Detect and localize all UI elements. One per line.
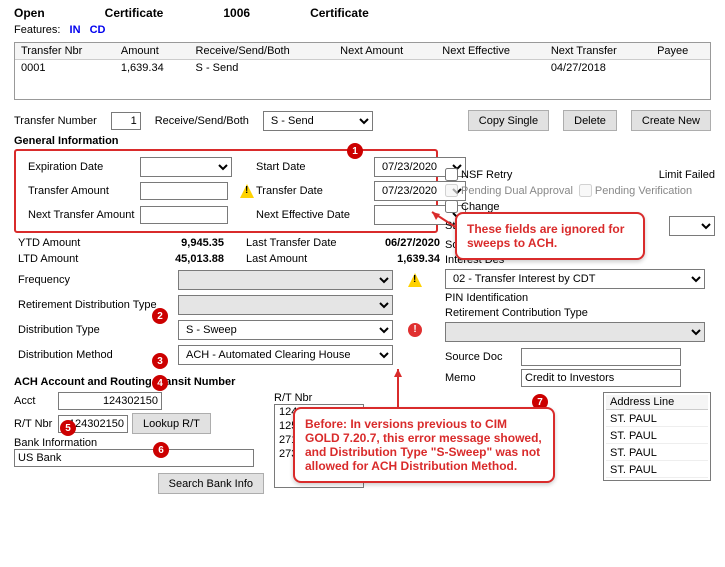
- next-effective-date-label: Next Effective Date: [256, 209, 374, 221]
- feature-cd[interactable]: CD: [90, 24, 106, 36]
- features-label: Features:: [14, 24, 60, 36]
- rsb-label: Receive/Send/Both: [155, 115, 249, 127]
- source-doc-label: Source Doc: [445, 351, 515, 363]
- limit-failed-label: Limit Failed: [659, 169, 715, 181]
- status-label: Open: [14, 6, 45, 20]
- memo-label: Memo: [445, 372, 515, 384]
- warning-icon: [240, 184, 254, 198]
- next-transfer-amount-input[interactable]: [140, 206, 228, 224]
- next-transfer-amount-label: Next Transfer Amount: [28, 209, 140, 221]
- callout-text: These fields are ignored for sweeps to A…: [467, 222, 624, 250]
- address-header[interactable]: Address Line: [606, 395, 708, 410]
- badge-5: 5: [60, 420, 76, 436]
- table-row[interactable]: ST. PAUL: [606, 446, 708, 461]
- badge-1: 1: [347, 143, 363, 159]
- warning-icon: [408, 273, 422, 287]
- search-bank-info-button[interactable]: Search Bank Info: [158, 473, 264, 494]
- type-label-1: Certificate: [105, 6, 164, 20]
- cert-number: 1006: [223, 6, 250, 20]
- table-row[interactable]: 0001 1,639.34 S - Send 04/27/2018: [15, 60, 710, 77]
- transfer-amount-label: Transfer Amount: [28, 185, 140, 197]
- lookup-rt-button[interactable]: Lookup R/T: [132, 413, 211, 434]
- interest-description-select[interactable]: 02 - Transfer Interest by CDT: [445, 269, 705, 289]
- create-new-button[interactable]: Create New: [631, 110, 711, 131]
- retirement-contrib-type-label: Retirement Contribution Type: [445, 307, 588, 319]
- delete-button[interactable]: Delete: [563, 110, 617, 131]
- col-next-transfer[interactable]: Next Transfer: [545, 43, 651, 60]
- transfers-grid[interactable]: Transfer Nbr Amount Receive/Send/Both Ne…: [14, 42, 711, 100]
- cell-na: [334, 60, 436, 77]
- col-rsb[interactable]: Receive/Send/Both: [190, 43, 335, 60]
- cell-payee: [651, 60, 710, 77]
- last-amount-label: Last Amount: [246, 253, 364, 265]
- ltd-label: LTD Amount: [18, 253, 146, 265]
- rsb-select[interactable]: S - Send: [263, 111, 373, 131]
- last-amount-value: 1,639.34: [364, 253, 444, 265]
- feature-in[interactable]: IN: [70, 24, 81, 36]
- badge-3: 3: [152, 353, 168, 369]
- features-row: Features: IN CD: [6, 22, 719, 42]
- cell-nt: 04/27/2018: [545, 60, 651, 77]
- distribution-method-select[interactable]: ACH - Automated Clearing House: [178, 345, 393, 365]
- last-transfer-date-value: 06/27/2020: [364, 237, 444, 249]
- table-row[interactable]: ST. PAUL: [606, 463, 708, 478]
- cell-ne: [436, 60, 545, 77]
- rt-list-label: R/T Nbr: [274, 392, 364, 404]
- col-next-effective[interactable]: Next Effective: [436, 43, 545, 60]
- badge-4: 4: [152, 375, 168, 391]
- retirement-dist-type-select[interactable]: [178, 295, 393, 315]
- distribution-type-label: Distribution Type: [18, 324, 178, 336]
- distribution-type-select[interactable]: S - Sweep: [178, 320, 393, 340]
- memo-input[interactable]: [521, 369, 681, 387]
- cell-amt: 1,639.34: [115, 60, 190, 77]
- cell-nbr: 0001: [15, 60, 115, 77]
- start-date-label: Start Date: [256, 161, 374, 173]
- frequency-label: Frequency: [18, 274, 178, 286]
- ytd-label: YTD Amount: [18, 237, 146, 249]
- col-next-amount[interactable]: Next Amount: [334, 43, 436, 60]
- callout-ignored-fields: These fields are ignored for sweeps to A…: [455, 212, 645, 260]
- cell-rsb: S - Send: [190, 60, 335, 77]
- callout-before-note: Before: In versions previous to CIM GOLD…: [293, 407, 555, 483]
- badge-2: 2: [152, 308, 168, 324]
- transfer-date-label: Transfer Date: [256, 185, 374, 197]
- nsf-retry-checkbox[interactable]: NSF Retry: [445, 168, 512, 181]
- acct-label: Acct: [14, 395, 54, 407]
- table-row[interactable]: ST. PAUL: [606, 412, 708, 427]
- table-row[interactable]: ST. PAUL: [606, 429, 708, 444]
- callout-text: Before: In versions previous to CIM GOLD…: [305, 417, 542, 473]
- highlighted-fields-box: Expiration Date Start Date 07/23/2020 Tr…: [14, 149, 438, 233]
- source-doc-input[interactable]: [521, 348, 681, 366]
- pending-dual-approval-checkbox[interactable]: Pending Dual Approval: [445, 184, 573, 197]
- address-table[interactable]: Address Line ST. PAUL ST. PAUL ST. PAUL …: [603, 392, 711, 481]
- bank-info-input[interactable]: [14, 449, 254, 467]
- ytd-value: 9,945.35: [146, 237, 228, 249]
- expiration-date-select[interactable]: [140, 157, 232, 177]
- col-payee[interactable]: Payee: [651, 43, 710, 60]
- general-info-heading: General Information: [6, 133, 719, 147]
- acct-input[interactable]: [58, 392, 162, 410]
- transfer-amount-input[interactable]: [140, 182, 228, 200]
- standard-select[interactable]: [669, 216, 715, 236]
- copy-single-button[interactable]: Copy Single: [468, 110, 549, 131]
- transfer-number-label: Transfer Number: [14, 115, 97, 127]
- col-amount[interactable]: Amount: [115, 43, 190, 60]
- ltd-value: 45,013.88: [146, 253, 228, 265]
- transfer-number-input[interactable]: [111, 112, 141, 130]
- col-transfer-nbr[interactable]: Transfer Nbr: [15, 43, 115, 60]
- error-icon: !: [408, 323, 422, 337]
- pin-identification-label: PIN Identification: [445, 292, 528, 304]
- retirement-contrib-type-select[interactable]: [445, 322, 705, 342]
- last-transfer-date-label: Last Transfer Date: [246, 237, 364, 249]
- expiration-date-label: Expiration Date: [28, 161, 140, 173]
- rt-label: R/T Nbr: [14, 418, 54, 430]
- type-label-2: Certificate: [310, 6, 369, 20]
- badge-6: 6: [153, 442, 169, 458]
- bank-info-label: Bank Information: [14, 437, 264, 449]
- pending-verification-checkbox[interactable]: Pending Verification: [579, 184, 692, 197]
- frequency-select[interactable]: [178, 270, 393, 290]
- window-title-row: Open Certificate 1006 Certificate: [6, 4, 719, 22]
